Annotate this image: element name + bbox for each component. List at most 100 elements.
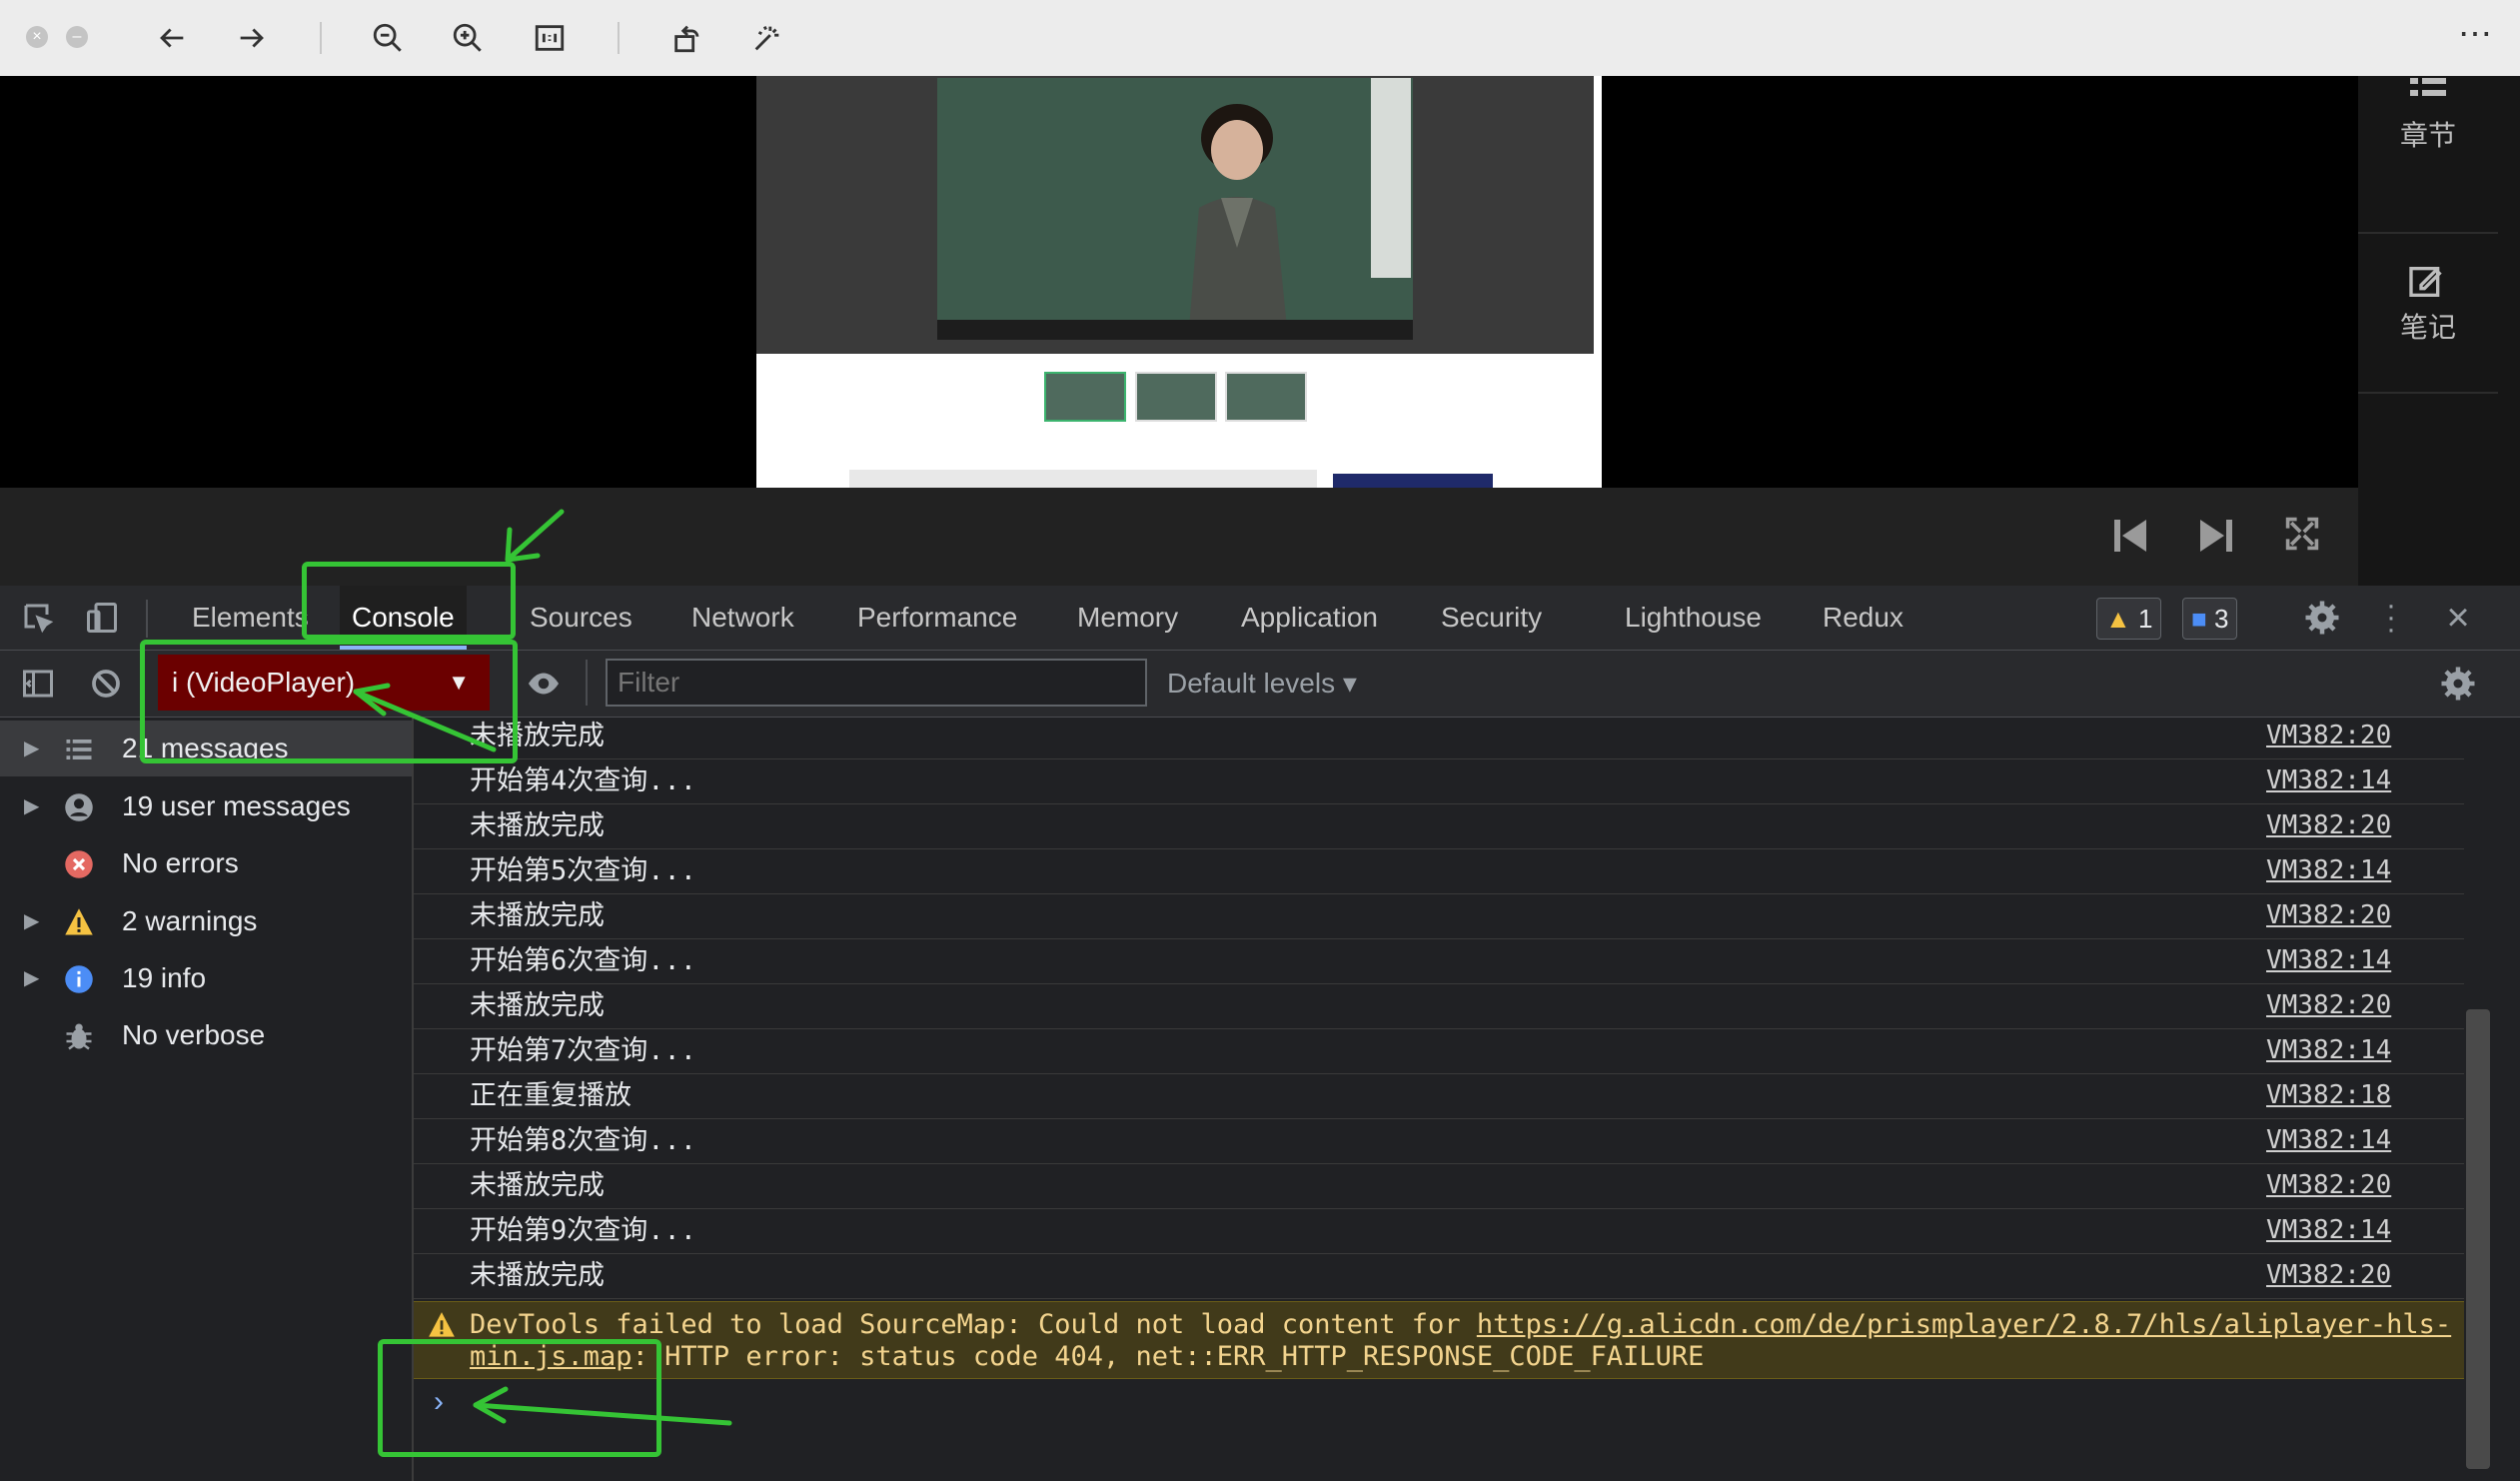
previous-icon[interactable] — [2110, 516, 2150, 561]
notes-button[interactable]: 笔记 — [2358, 306, 2498, 346]
expand-arrow-icon[interactable]: ▶ — [24, 721, 39, 776]
warning-icon: ▲ — [2105, 604, 2131, 634]
tab-redux[interactable]: Redux — [1811, 586, 1915, 650]
log-message: 开始第5次查询... — [470, 855, 697, 886]
log-source-link[interactable]: VM382:14 — [2266, 1118, 2391, 1163]
magic-wand-icon[interactable] — [747, 18, 787, 58]
log-message: 开始第6次查询... — [470, 945, 697, 976]
log-source-link[interactable]: VM382:20 — [2266, 1163, 2391, 1208]
log-message: 未播放完成 — [470, 810, 605, 841]
close-window-icon[interactable]: × — [26, 26, 48, 48]
log-levels-dropdown[interactable]: Default levels ▾ — [1167, 664, 1357, 704]
log-source-link[interactable]: VM382:20 — [2266, 1253, 2391, 1298]
filter-input[interactable] — [606, 659, 1147, 707]
back-arrow-icon[interactable] — [152, 18, 192, 58]
info-badge[interactable]: ■ 3 — [2182, 598, 2238, 640]
log-source-link[interactable]: VM382:20 — [2266, 714, 2391, 758]
log-row — [414, 938, 2464, 984]
forward-arrow-icon[interactable] — [232, 18, 272, 58]
annotation-highlight-context — [140, 640, 518, 763]
tab-lighthouse[interactable]: Lighthouse — [1613, 586, 1774, 650]
sourcemap-link[interactable]: https://g.alicdn.com/de/prismplayer/2.8.… — [1477, 1309, 2451, 1340]
log-message: 未播放完成 — [470, 900, 605, 931]
log-row — [414, 1028, 2464, 1074]
panel-divider — [2358, 232, 2498, 234]
sidebar-item-label: 2 warnings — [122, 905, 258, 936]
expand-arrow-icon[interactable]: ▶ — [24, 778, 39, 834]
warning-prefix: DevTools failed to load SourceMap: Could… — [470, 1309, 1477, 1340]
sidebar-item-info[interactable]: ▶ 19 info — [0, 950, 412, 1006]
minimize-window-icon[interactable]: – — [66, 26, 88, 48]
log-message: 开始第8次查询... — [470, 1125, 697, 1156]
sidebar-item-user-messages[interactable]: ▶ 19 user messages — [0, 778, 412, 834]
error-icon — [65, 850, 93, 878]
user-icon — [65, 793, 93, 821]
video-thumbnail[interactable] — [1225, 372, 1307, 422]
sidebar-item-label: 19 user messages — [122, 790, 351, 821]
log-source-link[interactable]: VM382:20 — [2266, 983, 2391, 1028]
log-source-link[interactable]: VM382:20 — [2266, 803, 2391, 848]
chapters-button[interactable]: 章节 — [2358, 114, 2498, 154]
warning-suffix: : HTTP error: status code 404, net::ERR_… — [631, 1341, 1705, 1372]
clear-console-icon[interactable] — [88, 666, 124, 702]
actual-size-icon[interactable] — [530, 18, 570, 58]
rotate-icon[interactable] — [667, 18, 707, 58]
next-icon[interactable] — [2196, 516, 2236, 561]
expand-arrow-icon[interactable]: ▶ — [24, 950, 39, 1006]
scrollbar-thumb[interactable] — [2466, 1009, 2490, 1469]
annotation-highlight-console-tab — [302, 562, 516, 640]
warnings-badge[interactable]: ▲ 1 — [2096, 598, 2162, 640]
sidebar-item-verbose[interactable]: No verbose — [0, 1007, 412, 1063]
expand-arrow-icon[interactable]: ▶ — [24, 893, 39, 949]
log-row — [414, 1253, 2464, 1299]
tab-performance[interactable]: Performance — [845, 586, 1029, 650]
tab-application[interactable]: Application — [1229, 586, 1390, 650]
log-message: 未播放完成 — [470, 1260, 605, 1291]
content-card — [1333, 474, 1493, 488]
log-source-link[interactable]: VM382:18 — [2266, 1073, 2391, 1118]
log-row — [414, 714, 2464, 759]
bug-icon — [66, 1023, 92, 1050]
log-source-link[interactable]: VM382:20 — [2266, 893, 2391, 938]
log-source-link[interactable]: VM382:14 — [2266, 1028, 2391, 1073]
more-menu-icon[interactable]: · · · — [2384, 591, 2398, 645]
log-message: 开始第7次查询... — [470, 1035, 697, 1066]
log-source-link[interactable]: VM382:14 — [2266, 758, 2391, 803]
tab-divider — [146, 600, 148, 638]
warning-count: 1 — [2137, 604, 2153, 634]
warning-message-line1: DevTools failed to load SourceMap: Could… — [470, 1309, 2451, 1341]
live-expression-eye-icon[interactable] — [524, 666, 564, 702]
info-icon — [65, 965, 93, 993]
video-thumbnail[interactable] — [1044, 372, 1126, 422]
log-source-link[interactable]: VM382:14 — [2266, 848, 2391, 893]
close-devtools-icon[interactable]: × — [2440, 596, 2476, 640]
fullscreen-icon[interactable] — [2284, 516, 2320, 557]
zoom-in-icon[interactable] — [448, 18, 488, 58]
log-row — [414, 1118, 2464, 1164]
settings-gear-icon[interactable] — [2304, 600, 2340, 636]
log-message: 未播放完成 — [470, 990, 605, 1021]
log-row — [414, 983, 2464, 1029]
log-source-link[interactable]: VM382:14 — [2266, 1208, 2391, 1253]
presenter-figure — [1189, 104, 1287, 328]
log-source-link[interactable]: VM382:14 — [2266, 938, 2391, 983]
tab-sources[interactable]: Sources — [518, 586, 644, 650]
log-row — [414, 1163, 2464, 1209]
tab-memory[interactable]: Memory — [1065, 586, 1190, 650]
more-options-icon[interactable]: ⋯ — [2458, 14, 2492, 54]
console-settings-gear-icon[interactable] — [2440, 666, 2476, 702]
info-count: 3 — [2213, 604, 2229, 634]
tab-security[interactable]: Security — [1429, 586, 1554, 650]
show-sidebar-icon[interactable] — [20, 666, 56, 702]
zoom-out-icon[interactable] — [368, 18, 408, 58]
device-toolbar-icon[interactable] — [84, 600, 120, 636]
sidebar-item-warnings[interactable]: ▶ 2 warnings — [0, 893, 412, 949]
sidebar-item-errors[interactable]: No errors — [0, 835, 412, 891]
chapters-icon[interactable] — [2408, 76, 2448, 106]
panel-divider — [2358, 392, 2498, 394]
tab-network[interactable]: Network — [679, 586, 806, 650]
video-progress-bar — [937, 320, 1413, 340]
notes-icon[interactable] — [2406, 262, 2446, 302]
video-thumbnail[interactable] — [1135, 372, 1217, 422]
inspect-element-icon[interactable] — [20, 600, 56, 636]
